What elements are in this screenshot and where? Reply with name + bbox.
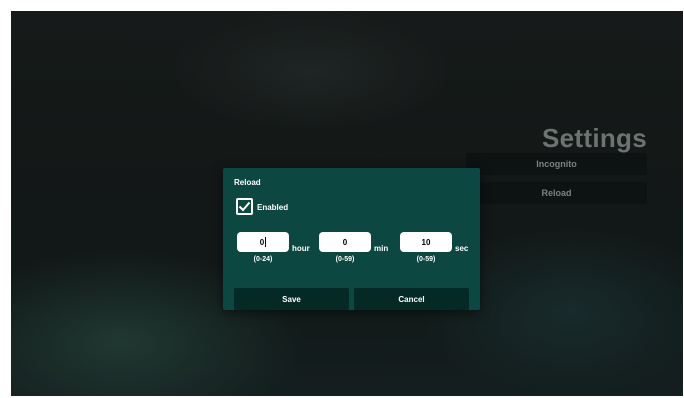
- hour-unit-label: hour: [292, 244, 310, 253]
- settings-title: Settings: [542, 123, 647, 153]
- reload-dialog: Reload Enabled 0 hour (0-24) 0 min (0-59…: [223, 168, 480, 310]
- text-caret: [265, 237, 267, 247]
- checkmark-icon: [238, 201, 251, 212]
- min-value: 0: [342, 237, 348, 247]
- min-unit-label: min: [374, 244, 389, 253]
- dialog-title: Reload: [234, 178, 261, 187]
- sec-unit-label: sec: [455, 244, 469, 253]
- cancel-button[interactable]: Cancel: [354, 288, 469, 310]
- min-range-label: (0-59): [335, 256, 355, 263]
- menu-item-incognito[interactable]: Incognito: [466, 153, 647, 175]
- screen: Settings Incognito Reload Reload Enabled…: [11, 11, 683, 396]
- hour-value: 0: [259, 237, 265, 247]
- sec-value: 10: [421, 237, 431, 247]
- min-input[interactable]: 0: [319, 232, 371, 252]
- menu-item-reload[interactable]: Reload: [466, 182, 647, 204]
- sec-range-label: (0-59): [416, 256, 436, 263]
- enabled-checkbox[interactable]: [236, 198, 253, 215]
- hour-range-label: (0-24): [253, 256, 273, 263]
- sec-input[interactable]: 10: [400, 232, 452, 252]
- save-button[interactable]: Save: [234, 288, 349, 310]
- hour-input[interactable]: 0: [237, 232, 289, 252]
- enabled-label: Enabled: [257, 203, 289, 212]
